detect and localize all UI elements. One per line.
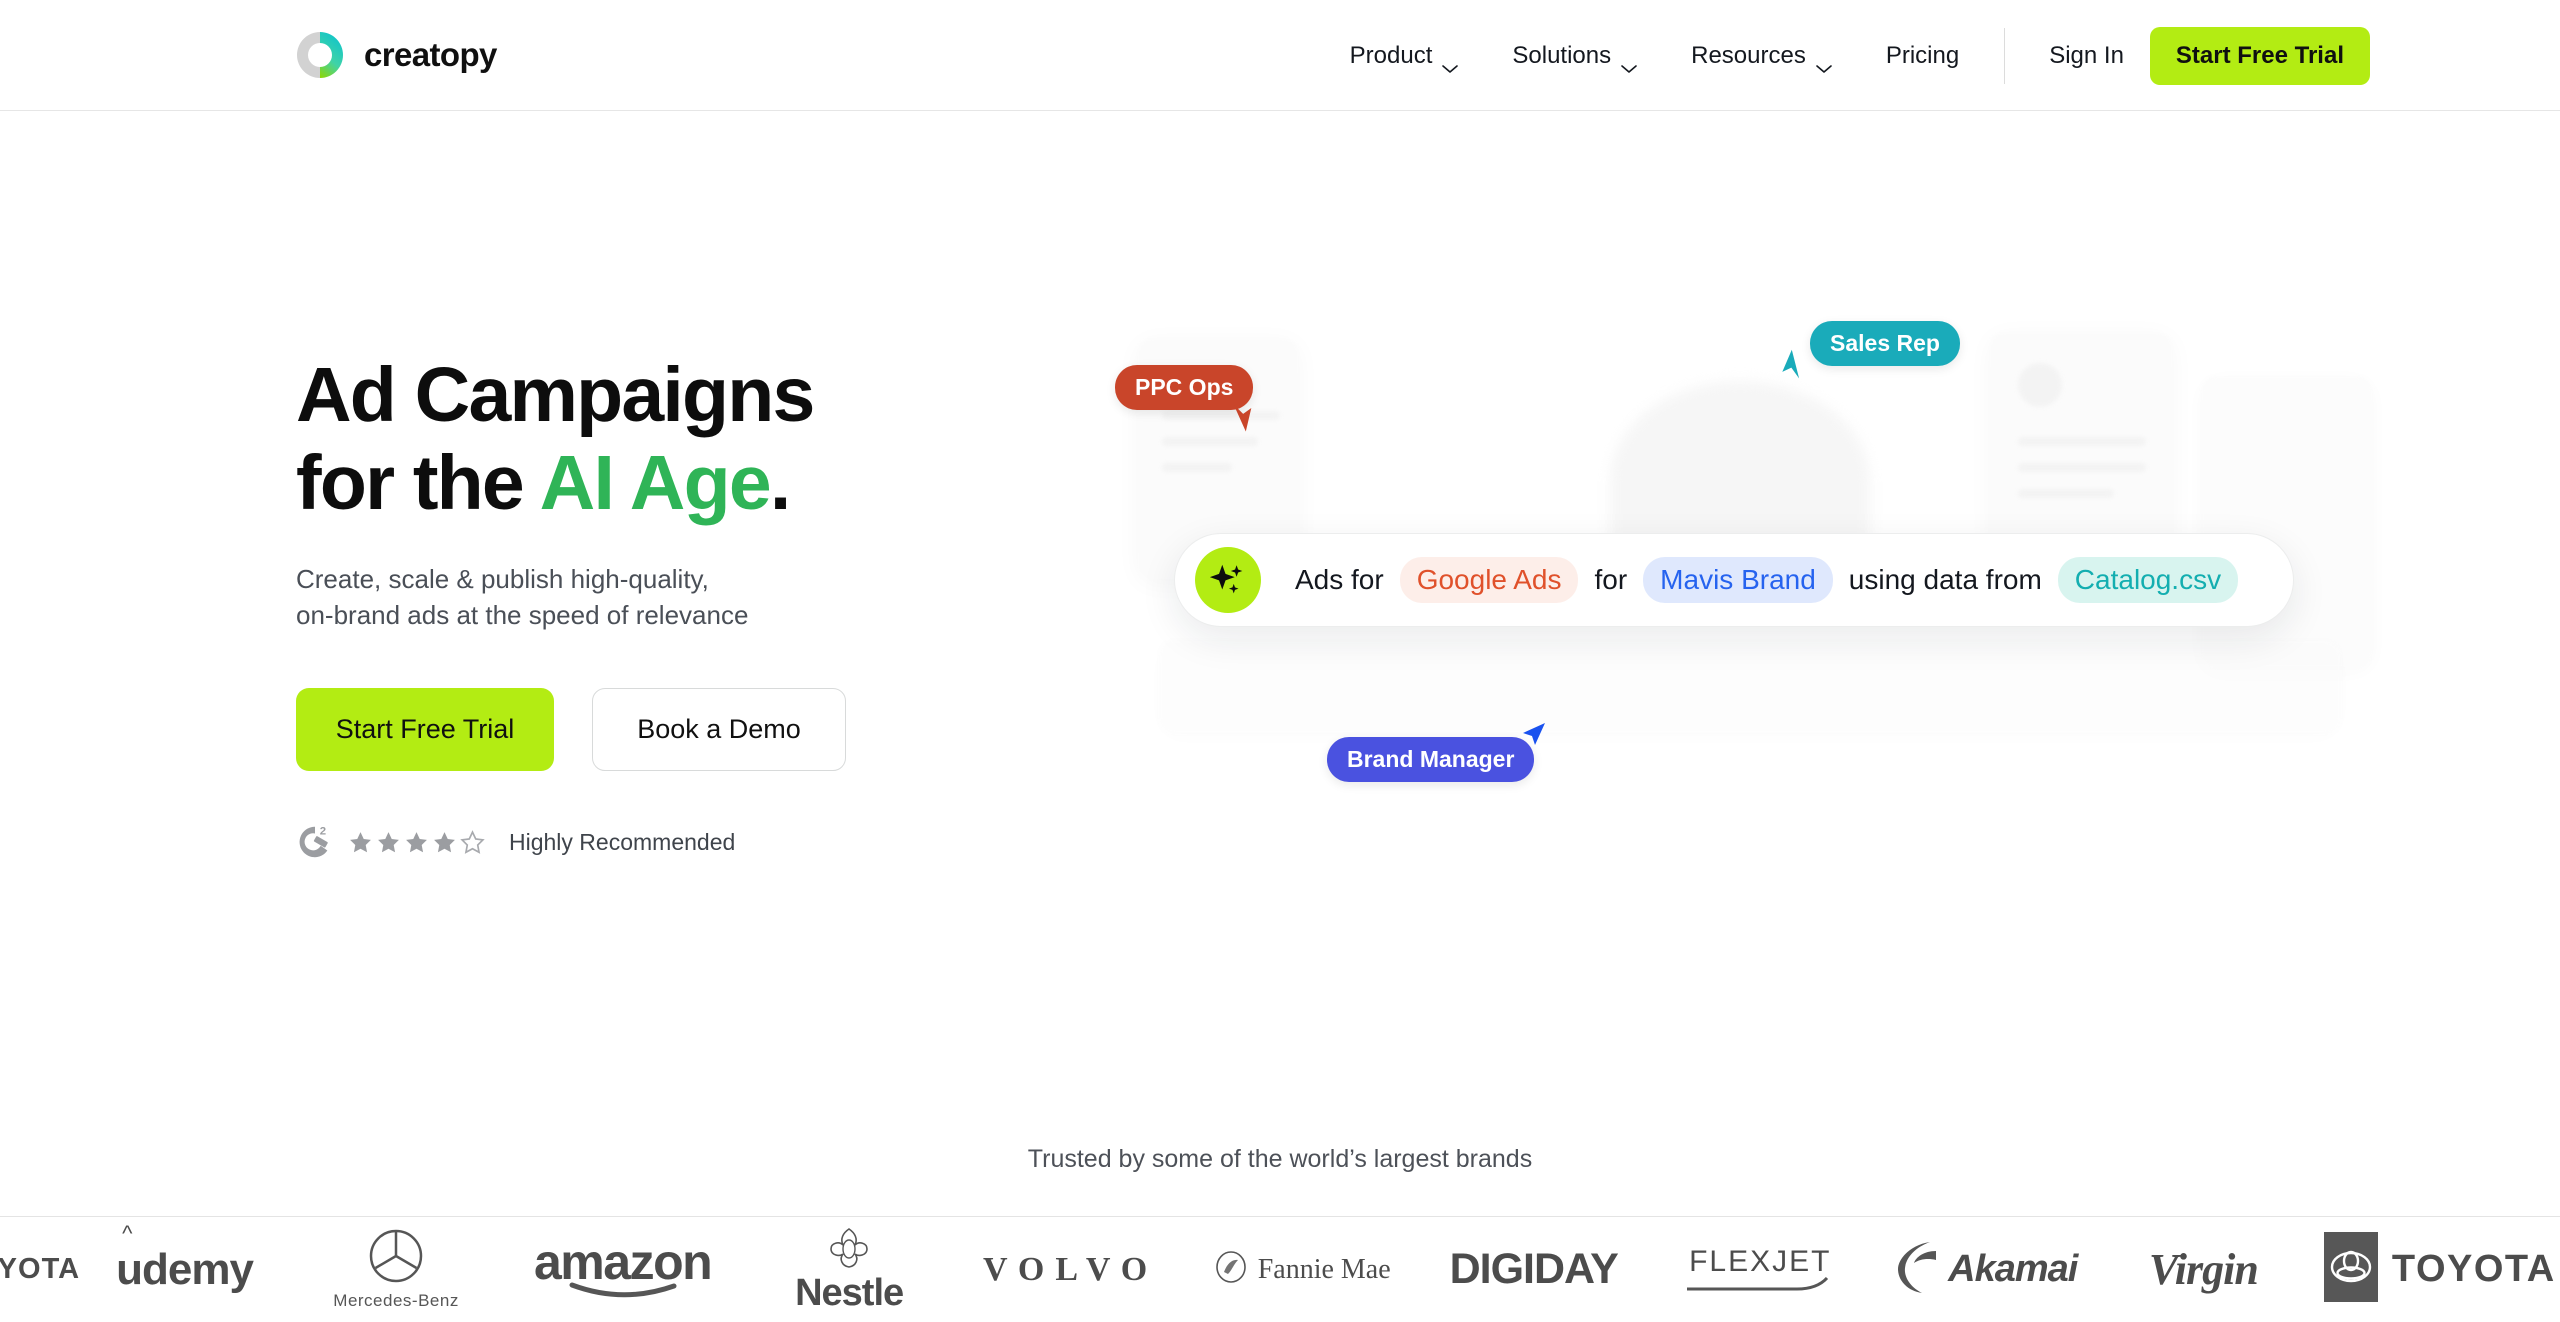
virgin-logo-icon: Virgin [2148, 1245, 2259, 1294]
brand-logo-akamai: Akamai [1877, 1239, 2097, 1300]
prompt-token-2: for [1594, 564, 1628, 595]
hero-title-accent: AI Age [539, 439, 772, 526]
toyota-logo-icon: TOYOTA [0, 1253, 81, 1285]
brand-logo-amazon: amazon [508, 1233, 738, 1301]
sign-in-link[interactable]: Sign In [2023, 42, 2150, 70]
brand-logo-toyota-right: TOYOTA [2310, 1232, 2560, 1307]
star-icon-filled [376, 830, 401, 855]
brand-logo-mercedes-benz: Mercedes-Benz [291, 1228, 501, 1311]
role-pill-brand-manager[interactable]: Brand Manager [1327, 737, 1535, 782]
hero-cta-group: Start Free Trial Book a Demo [296, 688, 996, 772]
ai-prompt-text: Ads for Google Ads for Mavis Brand using… [1287, 557, 2246, 603]
star-icon-filled [404, 830, 429, 855]
prompt-token-1: Ads for [1295, 564, 1384, 595]
brand-name: creatopy [364, 36, 497, 73]
ghost-line [2018, 489, 2114, 498]
brand-logo-virgin: Virgin [2103, 1244, 2303, 1295]
nav-item-solutions-label: Solutions [1512, 41, 1612, 69]
flexjet-logo-icon: FLEXJET [1689, 1244, 1832, 1278]
fannie-mae-wordmark: Fannie Mae [1257, 1253, 1391, 1285]
main-navigation: Product Solutions Resources Pricing Sign… [1323, 0, 2560, 111]
nav-divider [2004, 27, 2006, 84]
amazon-logo-icon: amazon [534, 1233, 713, 1290]
akamai-wordmark: Akamai [1948, 1248, 2078, 1290]
ghost-line [1162, 463, 1232, 472]
chevron-down-icon [1816, 53, 1832, 73]
prompt-chip-brand[interactable]: Mavis Brand [1643, 557, 1833, 603]
brand-logo-flexjet: FLEXJET [1650, 1245, 1870, 1295]
hero-subtitle: Create, scale & publish high-quality, on… [296, 561, 996, 635]
role-pill-sales-rep[interactable]: Sales Rep [1810, 321, 1960, 366]
cursor-pointer-icon-teal [1777, 347, 1817, 387]
star-rating [348, 829, 485, 855]
hero-title-line-1: Ad Campaigns [296, 352, 815, 438]
cursor-pointer-icon-blue [1515, 715, 1555, 755]
g2-logo-icon: 2 [296, 823, 334, 861]
nav-item-product[interactable]: Product [1323, 41, 1486, 73]
toyota-wordmark: TOYOTA [2391, 1248, 2556, 1290]
hero-book-a-demo-button[interactable]: Book a Demo [592, 688, 846, 772]
hero-subtitle-line-1: Create, scale & publish high-quality, [296, 563, 709, 594]
ai-prompt-bar[interactable]: Ads for Google Ads for Mavis Brand using… [1174, 533, 2294, 627]
prompt-chip-datasource[interactable]: Catalog.csv [2057, 557, 2239, 603]
header-start-free-trial-button[interactable]: Start Free Trial [2149, 26, 2370, 85]
brand-logo-digiday: DIGIDAY [1424, 1245, 1644, 1294]
hero-section: Ad Campaigns for the AI Age. Create, sca… [0, 111, 2560, 1111]
chevron-down-icon [1442, 53, 1459, 73]
site-header: creatopy Product Solutions Resources Pri… [0, 0, 2560, 111]
nav-item-resources[interactable]: Resources [1664, 41, 1859, 73]
trusted-by-caption: Trusted by some of the world’s largest b… [1027, 1145, 1533, 1173]
role-pill-brand-manager-label: Brand Manager [1347, 746, 1515, 772]
hero-start-free-trial-button[interactable]: Start Free Trial [296, 688, 554, 772]
ghost-line [2018, 437, 2146, 446]
nestle-birds-icon [819, 1227, 879, 1274]
hero-copy-block: Ad Campaigns for the AI Age. Create, sca… [296, 352, 996, 861]
akamai-wave-icon [1896, 1239, 1944, 1300]
role-pill-sales-rep-label: Sales Rep [1830, 330, 1940, 356]
nav-item-product-label: Product [1349, 41, 1433, 69]
star-icon-filled [348, 830, 373, 855]
volvo-logo-icon: VOLVO [983, 1250, 1159, 1288]
page-title: Ad Campaigns for the AI Age. [296, 352, 996, 528]
mercedes-benz-logo-icon [368, 1228, 424, 1289]
chevron-down-icon [1621, 53, 1637, 73]
ai-sparkle-icon [1195, 547, 1261, 613]
nav-item-resources-label: Resources [1691, 41, 1806, 69]
ghost-line [2018, 463, 2146, 472]
hero-title-period: . [769, 439, 791, 526]
brand-logo-strip: TOYOTA ^ udemy Mercedes-Benz amazon [0, 1216, 2560, 1322]
brand-logo-fannie-mae: Fannie Mae [1187, 1250, 1417, 1289]
landing-page: creatopy Product Solutions Resources Pri… [0, 0, 2560, 1322]
brand-logo-nestle: Nestle [744, 1227, 954, 1312]
star-icon-filled [432, 830, 457, 855]
brand-logo-udemy: ^ udemy [85, 1220, 285, 1295]
hero-subtitle-line-2: on-brand ads at the speed of relevance [296, 600, 749, 631]
brand-logo-toyota: TOYOTA [0, 1253, 81, 1286]
nav-item-pricing-label: Pricing [1885, 41, 1960, 69]
nav-item-pricing[interactable]: Pricing [1859, 42, 1986, 70]
nestle-wordmark: Nestle [795, 1272, 904, 1314]
prompt-chip-channel[interactable]: Google Ads [1399, 557, 1579, 603]
creatopy-ring-logo-icon [292, 27, 348, 83]
nav-item-solutions[interactable]: Solutions [1485, 41, 1664, 73]
prompt-token-3: using data from [1848, 564, 2042, 595]
ghost-card-bottom [1160, 641, 2340, 733]
mercedes-benz-wordmark: Mercedes-Benz [333, 1291, 459, 1310]
toyota-emblem-icon [2323, 1232, 2378, 1307]
star-icon-half [460, 829, 485, 855]
udemy-logo-icon: ^ udemy [116, 1220, 254, 1294]
fannie-mae-seal-icon [1214, 1250, 1248, 1289]
rating-label: Highly Recommended [509, 828, 736, 855]
hero-title-line-2-lead: for the [296, 439, 540, 526]
cursor-pointer-icon-red [1224, 401, 1264, 441]
ghost-block [2018, 363, 2062, 407]
g2-rating-badge[interactable]: 2 Highly Recommended [296, 823, 996, 861]
brand-logo-link[interactable]: creatopy [292, 27, 497, 83]
brand-logo-volvo: VOLVO [961, 1251, 1181, 1289]
hero-illustration: PPC Ops Sales Rep Brand Manager Ads for … [1115, 321, 2372, 901]
digiday-logo-icon: DIGIDAY [1449, 1245, 1619, 1293]
role-pill-ppc-ops-label: PPC Ops [1135, 374, 1234, 400]
svg-text:2: 2 [320, 826, 326, 838]
